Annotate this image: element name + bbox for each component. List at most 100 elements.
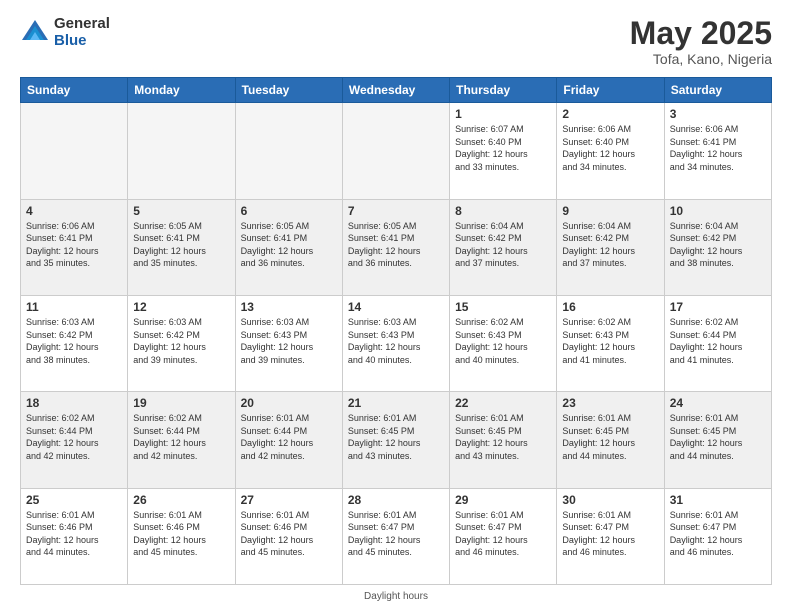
table-row: 3Sunrise: 6:06 AM Sunset: 6:41 PM Daylig…: [664, 103, 771, 199]
day-info: Sunrise: 6:03 AM Sunset: 6:43 PM Dayligh…: [241, 316, 337, 366]
day-number: 30: [562, 493, 658, 507]
day-info: Sunrise: 6:04 AM Sunset: 6:42 PM Dayligh…: [670, 220, 766, 270]
table-row: 20 Sunrise: 6:01 AM Sunset: 6:44 PM Dayli…: [235, 392, 342, 488]
table-row: 7 Sunrise: 6:05 AM Sunset: 6:41 PM Daylig…: [342, 199, 449, 295]
day-info: Sunrise: 6:01 AM Sunset: 6:47 PM Dayligh…: [562, 509, 658, 559]
day-info: Sunrise: 6:02 AM Sunset: 6:44 PM Dayligh…: [133, 412, 229, 462]
col-sunday: Sunday: [21, 78, 128, 103]
day-info: Sunrise: 6:01 AM Sunset: 6:45 PM Dayligh…: [562, 412, 658, 462]
table-row: 17Sunrise: 6:02 AM Sunset: 6:44 PM Dayli…: [664, 295, 771, 391]
day-number: 14: [348, 300, 444, 314]
table-row: 15 Sunrise: 6:02 AM Sunset: 6:43 PM Dayli…: [450, 295, 557, 391]
table-row: 29 Sunrise: 6:01 AM Sunset: 6:47 PM Dayli…: [450, 488, 557, 584]
table-row: 31Sunrise: 6:01 AM Sunset: 6:47 PM Dayli…: [664, 488, 771, 584]
day-number: 9: [562, 204, 658, 218]
logo: General Blue: [20, 16, 110, 49]
day-number: 13: [241, 300, 337, 314]
calendar-title: May 2025: [630, 16, 772, 51]
day-info: Sunrise: 6:02 AM Sunset: 6:43 PM Dayligh…: [562, 316, 658, 366]
table-row: 10 Sunrise: 6:04 AM Sunset: 6:42 PM Dayli…: [664, 199, 771, 295]
day-number: 21: [348, 396, 444, 410]
table-row: 1 Sunrise: 6:07 AM Sunset: 6:40 PM Daylig…: [450, 103, 557, 199]
day-number: 19: [133, 396, 229, 410]
day-number: 15: [455, 300, 551, 314]
day-info: Sunrise: 6:01 AM Sunset: 6:46 PM Dayligh…: [133, 509, 229, 559]
day-info: Sunrise: 6:04 AM Sunset: 6:42 PM Dayligh…: [455, 220, 551, 270]
table-row: 11 Sunrise: 6:03 AM Sunset: 6:42 PM Dayli…: [21, 295, 128, 391]
calendar-footer: Daylight hours: [20, 589, 772, 602]
table-row: 13 Sunrise: 6:03 AM Sunset: 6:43 PM Dayli…: [235, 295, 342, 391]
logo-text: General Blue: [54, 16, 110, 49]
day-info: Sunrise: 6:02 AM Sunset: 6:44 PM Dayligh…: [26, 412, 122, 462]
day-number: 27: [241, 493, 337, 507]
table-row: 8 Sunrise: 6:04 AM Sunset: 6:42 PM Daylig…: [450, 199, 557, 295]
table-row: 30 Sunrise: 6:01 AM Sunset: 6:47 PM Dayli…: [557, 488, 664, 584]
day-number: 25: [26, 493, 122, 507]
day-number: 5: [133, 204, 229, 218]
calendar-week-row: 18Sunrise: 6:02 AM Sunset: 6:44 PM Dayli…: [21, 392, 772, 488]
day-info: Sunrise: 6:04 AM Sunset: 6:42 PM Dayligh…: [562, 220, 658, 270]
day-info: Sunrise: 6:01 AM Sunset: 6:47 PM Dayligh…: [670, 509, 766, 559]
logo-blue-text: Blue: [54, 33, 110, 50]
day-number: 1: [455, 107, 551, 121]
day-number: 4: [26, 204, 122, 218]
day-number: 12: [133, 300, 229, 314]
table-row: [128, 103, 235, 199]
table-row: 19 Sunrise: 6:02 AM Sunset: 6:44 PM Dayli…: [128, 392, 235, 488]
day-number: 10: [670, 204, 766, 218]
day-info: Sunrise: 6:07 AM Sunset: 6:40 PM Dayligh…: [455, 123, 551, 173]
calendar-week-row: 25 Sunrise: 6:01 AM Sunset: 6:46 PM Dayli…: [21, 488, 772, 584]
day-info: Sunrise: 6:05 AM Sunset: 6:41 PM Dayligh…: [348, 220, 444, 270]
day-number: 20: [241, 396, 337, 410]
day-number: 11: [26, 300, 122, 314]
table-row: 27Sunrise: 6:01 AM Sunset: 6:46 PM Dayli…: [235, 488, 342, 584]
logo-general-text: General: [54, 16, 110, 33]
table-row: 6 Sunrise: 6:05 AM Sunset: 6:41 PM Daylig…: [235, 199, 342, 295]
day-info: Sunrise: 6:06 AM Sunset: 6:40 PM Dayligh…: [562, 123, 658, 173]
day-number: 8: [455, 204, 551, 218]
table-row: 24 Sunrise: 6:01 AM Sunset: 6:45 PM Dayli…: [664, 392, 771, 488]
calendar-week-row: 4 Sunrise: 6:06 AM Sunset: 6:41 PM Daylig…: [21, 199, 772, 295]
day-info: Sunrise: 6:01 AM Sunset: 6:45 PM Dayligh…: [455, 412, 551, 462]
table-row: 9 Sunrise: 6:04 AM Sunset: 6:42 PM Daylig…: [557, 199, 664, 295]
col-wednesday: Wednesday: [342, 78, 449, 103]
day-info: Sunrise: 6:01 AM Sunset: 6:44 PM Dayligh…: [241, 412, 337, 462]
day-info: Sunrise: 6:05 AM Sunset: 6:41 PM Dayligh…: [241, 220, 337, 270]
calendar-week-row: 1 Sunrise: 6:07 AM Sunset: 6:40 PM Daylig…: [21, 103, 772, 199]
day-info: Sunrise: 6:01 AM Sunset: 6:46 PM Dayligh…: [26, 509, 122, 559]
table-row: [342, 103, 449, 199]
day-info: Sunrise: 6:06 AM Sunset: 6:41 PM Dayligh…: [26, 220, 122, 270]
day-info: Sunrise: 6:06 AM Sunset: 6:41 PM Dayligh…: [670, 123, 766, 173]
table-row: 12 Sunrise: 6:03 AM Sunset: 6:42 PM Dayli…: [128, 295, 235, 391]
day-info: Sunrise: 6:03 AM Sunset: 6:43 PM Dayligh…: [348, 316, 444, 366]
table-row: [235, 103, 342, 199]
day-info: Sunrise: 6:01 AM Sunset: 6:45 PM Dayligh…: [348, 412, 444, 462]
day-info: Sunrise: 6:01 AM Sunset: 6:45 PM Dayligh…: [670, 412, 766, 462]
table-row: 2Sunrise: 6:06 AM Sunset: 6:40 PM Daylig…: [557, 103, 664, 199]
day-info: Sunrise: 6:01 AM Sunset: 6:47 PM Dayligh…: [455, 509, 551, 559]
day-info: Sunrise: 6:05 AM Sunset: 6:41 PM Dayligh…: [133, 220, 229, 270]
table-row: 18Sunrise: 6:02 AM Sunset: 6:44 PM Dayli…: [21, 392, 128, 488]
table-row: 26 Sunrise: 6:01 AM Sunset: 6:46 PM Dayli…: [128, 488, 235, 584]
col-monday: Monday: [128, 78, 235, 103]
day-info: Sunrise: 6:02 AM Sunset: 6:43 PM Dayligh…: [455, 316, 551, 366]
day-info: Sunrise: 6:03 AM Sunset: 6:42 PM Dayligh…: [26, 316, 122, 366]
table-row: 23Sunrise: 6:01 AM Sunset: 6:45 PM Dayli…: [557, 392, 664, 488]
day-info: Sunrise: 6:01 AM Sunset: 6:47 PM Dayligh…: [348, 509, 444, 559]
table-row: 16 Sunrise: 6:02 AM Sunset: 6:43 PM Dayli…: [557, 295, 664, 391]
table-row: 25 Sunrise: 6:01 AM Sunset: 6:46 PM Dayli…: [21, 488, 128, 584]
day-number: 16: [562, 300, 658, 314]
calendar-table: Sunday Monday Tuesday Wednesday Thursday…: [20, 77, 772, 585]
day-number: 26: [133, 493, 229, 507]
day-number: 7: [348, 204, 444, 218]
day-number: 22: [455, 396, 551, 410]
day-info: Sunrise: 6:03 AM Sunset: 6:42 PM Dayligh…: [133, 316, 229, 366]
col-saturday: Saturday: [664, 78, 771, 103]
page-header: General Blue May 2025 Tofa, Kano, Nigeri…: [20, 16, 772, 67]
day-number: 29: [455, 493, 551, 507]
table-row: 14 Sunrise: 6:03 AM Sunset: 6:43 PM Dayli…: [342, 295, 449, 391]
day-number: 6: [241, 204, 337, 218]
day-number: 24: [670, 396, 766, 410]
footer-text: Daylight hours: [364, 591, 428, 602]
title-block: May 2025 Tofa, Kano, Nigeria: [630, 16, 772, 67]
